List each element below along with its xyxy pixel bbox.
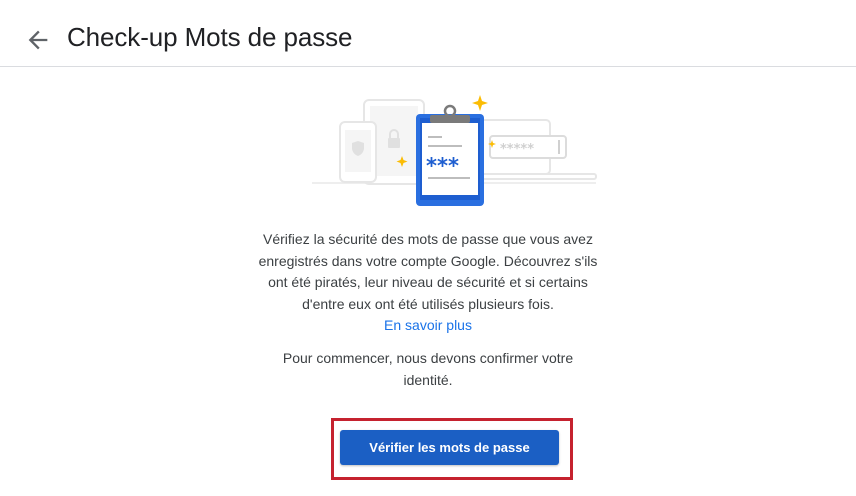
back-button[interactable] (24, 26, 52, 54)
start-instructions: Pour commencer, nous devons confirmer vo… (282, 350, 574, 388)
clipboard-password-icon: *** (416, 104, 484, 206)
svg-text:*****: ***** (500, 142, 534, 157)
description-text: Vérifiez la sécurité des mots de passe q… (258, 231, 598, 312)
svg-text:***: *** (426, 154, 459, 178)
verify-passwords-button[interactable]: Vérifier les mots de passe (340, 430, 559, 465)
description-block: Vérifiez la sécurité des mots de passe q… (258, 229, 598, 337)
password-checkup-illustration: ***** *** (300, 90, 610, 215)
page-title: Check-up Mots de passe (67, 22, 353, 52)
arrow-back-icon[interactable] (24, 26, 52, 54)
laptop-password-field-icon: ***** (475, 119, 597, 180)
phone-shield-icon (339, 121, 377, 183)
page-header: Check-up Mots de passe (0, 0, 856, 67)
learn-more-link[interactable]: En savoir plus (258, 315, 598, 337)
sparkle-icon (472, 95, 488, 111)
